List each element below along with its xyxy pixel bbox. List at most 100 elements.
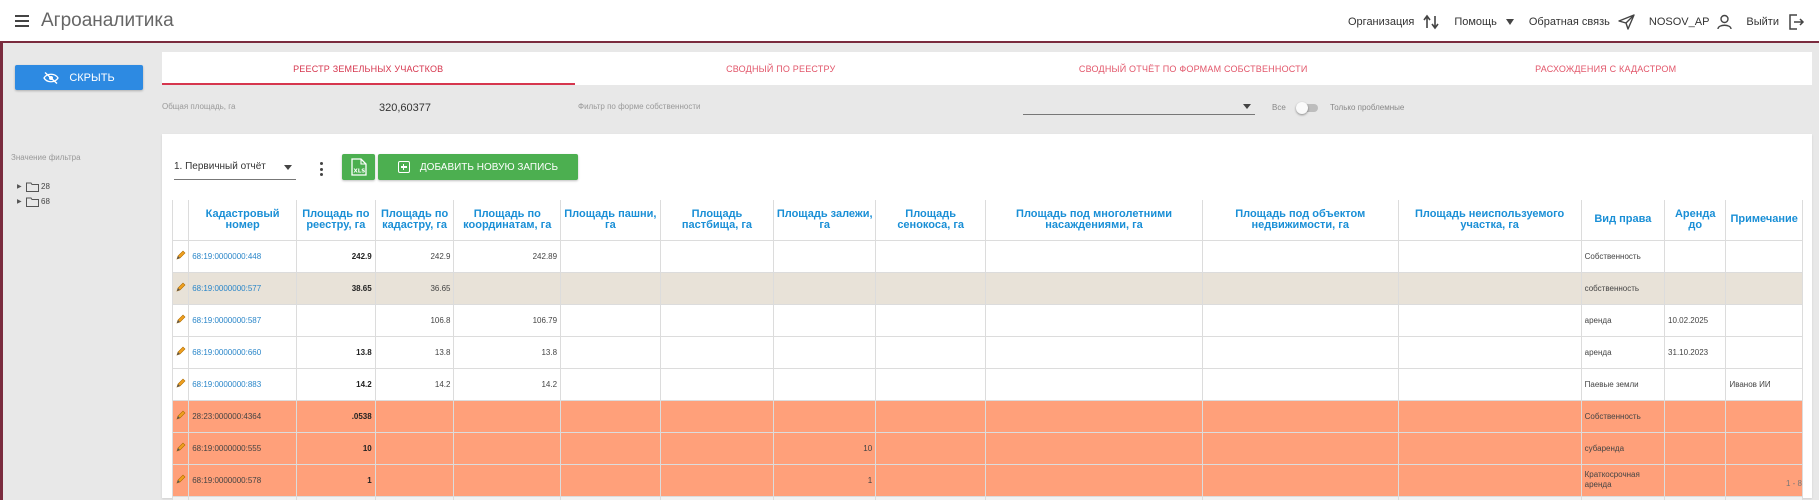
table-row[interactable]: 68:19:0000000:883 14.2 14.2 14.2 Паевые земл…	[171, 367, 1803, 401]
cell-area-cadastre: 13.8	[374, 335, 455, 369]
cell-lease-until	[1664, 399, 1727, 433]
total-cell: 414.35	[374, 495, 455, 500]
edit-pencil-icon[interactable]	[171, 399, 190, 433]
cell-area-cadastre: 242.9	[374, 239, 455, 273]
problems-only-toggle[interactable]	[1296, 102, 1319, 114]
add-record-button[interactable]: ДОБАВИТЬ НОВУЮ ЗАПИСЬ	[378, 154, 578, 180]
cell-cadastral-number[interactable]: 68:19:0000000:660	[188, 335, 297, 369]
cell-area-registry: 14.2	[295, 367, 376, 401]
user-profile[interactable]: NOSOV_AP	[1649, 14, 1733, 30]
total-area-value: 320,60377	[379, 102, 431, 114]
cell-right-type: собственность	[1580, 271, 1666, 305]
feedback-button[interactable]: Обратная связь	[1529, 13, 1635, 30]
report-type-select[interactable]: 1. Первичный отчёт	[174, 156, 296, 180]
expand-arrow-icon[interactable]: ▶	[17, 198, 26, 205]
col-header-area-registry[interactable]: Площадь по реестру, га	[295, 200, 376, 241]
col-header-area-coords[interactable]: Площадь по координатам, га	[453, 200, 562, 241]
user-name: NOSOV_AP	[1648, 15, 1710, 28]
cell-area-registry: 242.9	[295, 239, 376, 273]
cell-right-type: Краткосрочная аренда	[1580, 463, 1666, 497]
col-header-cadastral[interactable]: Кадастровый номер	[188, 200, 297, 241]
cell-cadastral-number[interactable]: 68:19:0000000:577	[188, 271, 297, 305]
cell-cadastral-number[interactable]: 68:19:0000000:555	[188, 431, 297, 465]
tree-node-28[interactable]: ▶ 28	[17, 179, 50, 194]
col-header-lease-until[interactable]: Аренда до	[1664, 200, 1727, 241]
table-row[interactable]: 28:23:000000:4364.0538 Собственность	[171, 399, 1803, 433]
edit-pencil-icon[interactable]	[171, 239, 190, 273]
xls-file-icon: XLS	[350, 158, 367, 176]
cell-area-unused	[1397, 431, 1582, 465]
expand-arrow-icon[interactable]: ▶	[17, 183, 26, 190]
col-header-pasture[interactable]: Площадь пастбища, га	[659, 200, 775, 241]
cell-area-registry: 13.8	[295, 335, 376, 369]
edit-pencil-icon[interactable]	[171, 335, 190, 369]
cell-area-arable	[560, 303, 661, 337]
cell-cadastral-number[interactable]: 28:23:000000:4364	[188, 399, 297, 433]
tab-ownership-summary[interactable]: СВОДНЫЙ ОТЧЁТ ПО ФОРМАМ СОБСТВЕННОСТИ	[987, 52, 1400, 85]
total-cell: 377.68	[453, 495, 562, 500]
edit-pencil-icon[interactable]	[171, 271, 190, 305]
cell-area-pasture	[659, 399, 775, 433]
cell-cadastral-number[interactable]: 68:19:0000000:883	[188, 367, 297, 401]
total-cell	[560, 495, 661, 500]
help-menu[interactable]: Помощь	[1454, 16, 1515, 28]
cell-area-cadastre	[374, 463, 455, 497]
table-row[interactable]: 68:19:0000000:578 1 1 Краткосрочная аренда	[171, 463, 1803, 497]
cell-area-realestate	[1201, 367, 1399, 401]
col-header-right-type[interactable]: Вид права	[1580, 200, 1666, 241]
report-tabs: РЕЕСТР ЗЕМЕЛЬНЫХ УЧАСТКОВ СВОДНЫЙ ПО РЕЕ…	[162, 52, 1812, 85]
col-header-hayfield[interactable]: Площадь сенокоса, га	[875, 200, 987, 241]
col-header-perennial[interactable]: Площадь под многолетними насаждениями, г…	[985, 200, 1203, 241]
cell-area-registry: 38.65	[295, 271, 376, 305]
edit-pencil-icon[interactable]	[171, 367, 190, 401]
cell-area-perennial	[985, 239, 1203, 273]
edit-pencil-icon[interactable]	[171, 303, 190, 337]
tab-land-registry[interactable]: РЕЕСТР ЗЕМЕЛЬНЫХ УЧАСТКОВ	[162, 52, 575, 85]
table-row[interactable]: 68:19:0000000:577 38.65 36.65 собственность	[171, 271, 1803, 305]
col-header-unused[interactable]: Площадь неиспользуемого участка, га	[1397, 200, 1582, 241]
tab-cadastre-discrepancies[interactable]: РАСХОЖДЕНИЯ С КАДАСТРОМ	[1400, 52, 1813, 85]
logout-icon	[1789, 13, 1805, 30]
sidebar: СКРЫТЬ Значение фильтра ▶ 28 ▶ 68	[3, 45, 154, 500]
cell-area-coords: 106.79	[453, 303, 562, 337]
export-xls-button[interactable]: XLS	[342, 154, 375, 180]
cell-cadastral-number[interactable]: 68:19:0000000:587	[188, 303, 297, 337]
edit-pencil-icon[interactable]	[171, 463, 190, 497]
cell-lease-until	[1664, 367, 1727, 401]
cell-area-unused	[1397, 463, 1582, 497]
col-header-arable[interactable]: Площадь пашни, га	[560, 200, 661, 241]
cell-cadastral-number[interactable]: 68:19:0000000:448	[188, 239, 297, 273]
svg-text:XLS: XLS	[353, 169, 365, 175]
table-row[interactable]: 68:19:0000000:660 13.8 13.8 13.8 аренда 31.10…	[171, 335, 1803, 369]
cell-area-arable	[560, 271, 661, 305]
cell-area-realestate	[1201, 399, 1399, 433]
cell-right-type: субаренда	[1580, 431, 1666, 465]
help-label: Помощь	[1454, 15, 1497, 28]
organization-label: Организация	[1348, 15, 1415, 28]
cell-area-fallow	[773, 335, 877, 369]
cell-note	[1725, 239, 1803, 273]
cell-area-coords	[453, 271, 562, 305]
col-header-realestate[interactable]: Площадь под объектом недвижимости, га	[1201, 200, 1399, 241]
menu-icon[interactable]	[15, 14, 29, 27]
hide-sidebar-button[interactable]: СКРЫТЬ	[15, 65, 143, 90]
tab-registry-summary[interactable]: СВОДНЫЙ ПО РЕЕСТРУ	[575, 52, 988, 85]
table-row[interactable]: 68:19:0000000:448 242.9 242.9 242.89 Собстве…	[171, 239, 1803, 273]
cell-right-type: Собственность	[1580, 399, 1666, 433]
send-icon	[1618, 13, 1635, 30]
toggle-knob	[1296, 102, 1308, 114]
col-header-fallow[interactable]: Площадь залежи, га	[773, 200, 877, 241]
col-header-note[interactable]: Примечание	[1725, 200, 1803, 241]
ownership-filter-select[interactable]	[1023, 99, 1255, 115]
col-header-area-cadastre[interactable]: Площадь по кадастру, га	[374, 200, 455, 241]
cell-area-hayfield	[875, 463, 987, 497]
edit-pencil-icon[interactable]	[171, 431, 190, 465]
cell-cadastral-number[interactable]: 68:19:0000000:578	[188, 463, 297, 497]
logout-button[interactable]: Выйти	[1746, 13, 1805, 31]
table-row[interactable]: 68:19:0000000:555 10 10 субаренда	[171, 431, 1803, 465]
more-options-icon[interactable]	[317, 160, 325, 178]
toggle-all-label: Все	[1272, 103, 1286, 112]
organization-button[interactable]: Организация	[1348, 14, 1440, 30]
tree-node-68[interactable]: ▶ 68	[17, 194, 50, 209]
table-row[interactable]: 68:19:0000000:587 106.8 106.79 аренда 10.02.…	[171, 303, 1803, 337]
